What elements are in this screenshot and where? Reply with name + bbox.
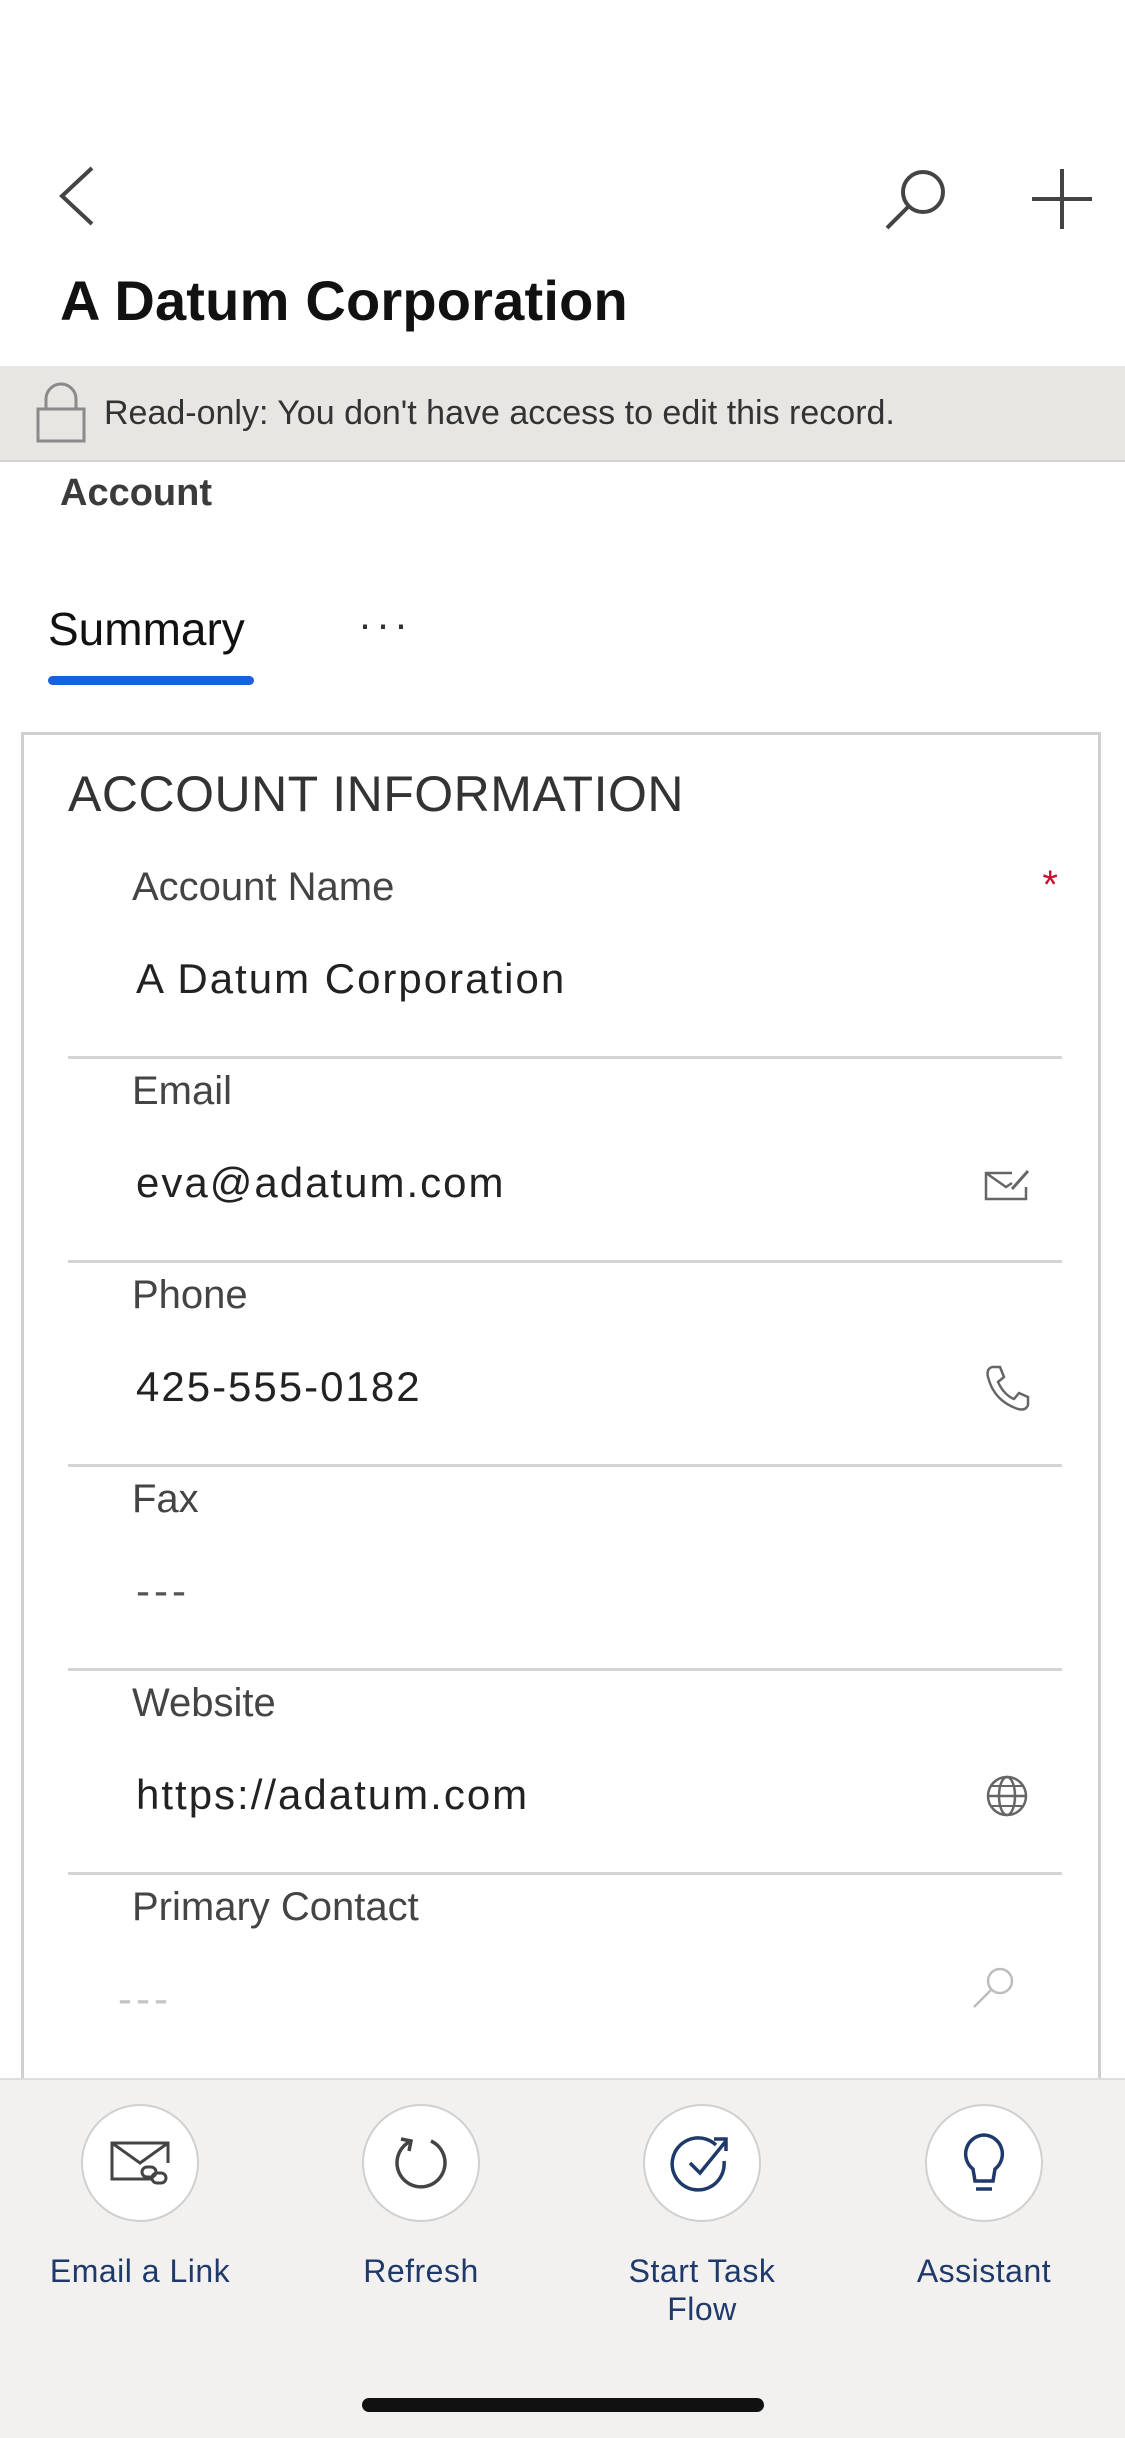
field-value: --- xyxy=(136,1567,190,1614)
action-label: Refresh xyxy=(363,2253,479,2289)
required-marker: * xyxy=(1042,863,1058,907)
tab-summary[interactable]: Summary xyxy=(48,602,245,656)
tab-more-button[interactable]: ··· xyxy=(358,600,412,648)
fax-field[interactable]: Fax --- xyxy=(68,1467,1062,1671)
lock-icon xyxy=(36,382,86,443)
field-label: Primary Contact xyxy=(132,1885,419,1929)
email-a-link-button[interactable]: Email a Link xyxy=(30,2104,250,2290)
lookup-search-icon[interactable] xyxy=(968,1963,1018,2013)
entity-type-label: Account xyxy=(60,472,212,514)
active-tab-indicator xyxy=(48,676,254,685)
action-label: Start Task Flow xyxy=(628,2253,776,2327)
account-name-field[interactable]: Account Name * A Datum Corporation xyxy=(68,855,1062,1059)
field-label: Phone xyxy=(132,1273,248,1317)
plus-icon xyxy=(1032,169,1092,229)
assistant-button[interactable]: Assistant xyxy=(874,2104,1094,2290)
refresh-button[interactable]: Refresh xyxy=(311,2104,531,2290)
action-label: Email a Link xyxy=(49,2253,231,2289)
task-flow-icon xyxy=(643,2104,761,2222)
record-title: A Datum Corporation xyxy=(60,269,628,332)
top-navigation xyxy=(0,0,1125,250)
website-field[interactable]: Website https://adatum.com xyxy=(68,1671,1062,1875)
lightbulb-icon xyxy=(925,2104,1043,2222)
section-title: ACCOUNT INFORMATION xyxy=(68,766,684,822)
banner-message: Read-only: You don't have access to edit… xyxy=(104,393,895,432)
field-value: https://adatum.com xyxy=(136,1771,530,1818)
email-compose-icon[interactable] xyxy=(982,1159,1032,1209)
home-indicator[interactable] xyxy=(362,2398,764,2412)
add-button[interactable] xyxy=(1018,155,1106,243)
field-value: --- xyxy=(118,1975,172,2022)
globe-icon[interactable] xyxy=(982,1771,1032,1821)
field-label: Email xyxy=(132,1069,233,1113)
action-label: Assistant xyxy=(916,2253,1052,2289)
email-link-icon xyxy=(81,2104,199,2222)
account-information-section: ACCOUNT INFORMATION Account Name * A Dat… xyxy=(21,732,1101,2082)
search-button[interactable] xyxy=(872,155,960,243)
primary-contact-field[interactable]: Primary Contact --- xyxy=(68,1875,1062,2079)
start-task-flow-button[interactable]: Start Task Flow xyxy=(592,2104,812,2328)
field-value: 425-555-0182 xyxy=(136,1363,422,1410)
search-icon xyxy=(885,170,945,230)
read-only-banner: Read-only: You don't have access to edit… xyxy=(0,366,1125,462)
field-label: Fax xyxy=(132,1477,199,1521)
field-value: A Datum Corporation xyxy=(136,955,567,1002)
phone-icon[interactable] xyxy=(982,1363,1032,1413)
tab-bar: Summary ··· xyxy=(0,590,1125,690)
command-bar: Email a Link Refresh Start Task Flow Ass… xyxy=(0,2078,1125,2438)
chevron-left-icon xyxy=(59,166,94,226)
field-value: eva@adatum.com xyxy=(136,1159,506,1206)
field-label: Account Name xyxy=(132,865,395,909)
field-label: Website xyxy=(132,1681,276,1725)
email-field[interactable]: Email eva@adatum.com xyxy=(68,1059,1062,1263)
refresh-icon xyxy=(362,2104,480,2222)
phone-field[interactable]: Phone 425-555-0182 xyxy=(68,1263,1062,1467)
back-button[interactable] xyxy=(40,150,112,242)
